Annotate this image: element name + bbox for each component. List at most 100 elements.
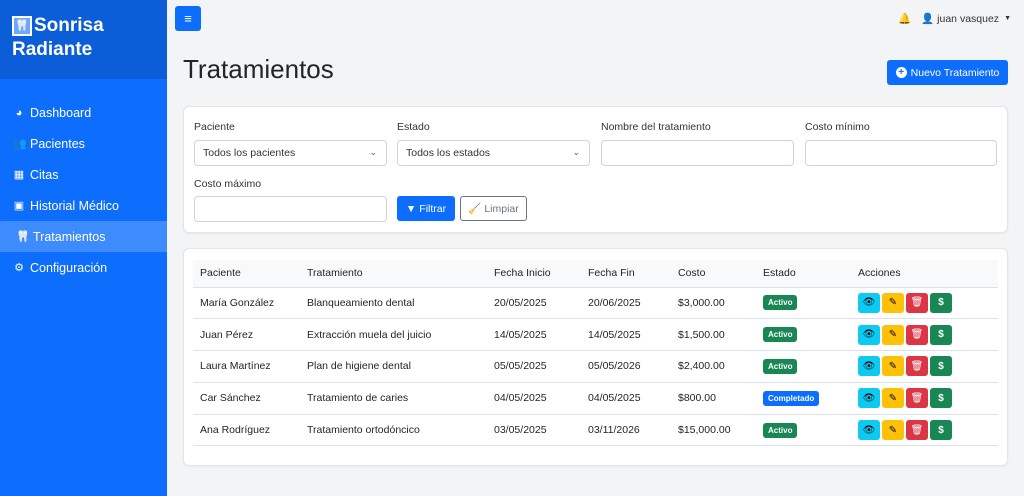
eye-icon: 👁: [862, 297, 876, 309]
top-right-controls: 🔔 👤 juan vasquez ▼: [898, 12, 1011, 26]
trash-icon: 🗑: [910, 329, 924, 341]
dollar-icon: $: [938, 424, 944, 436]
edit-button[interactable]: ✎: [882, 420, 904, 441]
clear-button-label: Limpiar: [484, 202, 519, 215]
filter-icon: ▼: [405, 202, 417, 215]
payment-button[interactable]: $: [930, 420, 952, 441]
eye-icon: 👁: [862, 392, 876, 404]
status-badge: Activo: [763, 295, 798, 311]
table-row: Laura Martínez Plan de higiene dental 05…: [193, 350, 998, 383]
eye-icon: 👁: [862, 360, 876, 372]
edit-button[interactable]: ✎: [882, 356, 904, 377]
sidebar-item-pacientes[interactable]: 👥 Pacientes: [0, 128, 167, 159]
edit-button[interactable]: ✎: [882, 388, 904, 409]
table-row: Ana Rodríguez Tratamiento ortodóncico 03…: [193, 414, 998, 447]
header-fecha-fin[interactable]: Fecha Fin: [581, 260, 671, 288]
brand-name-line1: Sonrisa: [34, 15, 104, 36]
sidebar-item-label: Tratamientos: [33, 229, 106, 244]
table-row: María González Blanqueamiento dental 20/…: [193, 287, 998, 320]
plus-circle-icon: +: [895, 67, 907, 78]
trash-icon: 🗑: [910, 392, 924, 404]
delete-button[interactable]: 🗑: [906, 356, 928, 377]
table-header-row: Paciente Tratamiento Fecha Inicio Fecha …: [193, 260, 998, 288]
edit-button[interactable]: ✎: [882, 324, 904, 345]
sidebar-item-historial[interactable]: ▣ Historial Médico: [0, 190, 167, 221]
treatments-table: Paciente Tratamiento Fecha Inicio Fecha …: [193, 260, 998, 447]
sidebar-item-label: Configuración: [30, 260, 108, 275]
hamburger-icon: ≡: [184, 11, 192, 26]
eye-icon: 👁: [862, 424, 876, 436]
status-select[interactable]: Todos los estados ⌄: [397, 140, 590, 166]
cell-treatment: Tratamiento de caries: [300, 382, 487, 415]
treatment-name-input[interactable]: [601, 140, 794, 166]
payment-button[interactable]: $: [930, 356, 952, 377]
view-button[interactable]: 👁: [858, 356, 880, 377]
cell-cost: $3,000.00: [671, 287, 756, 320]
cell-status: Activo: [756, 414, 851, 447]
filter-button-label: Filtrar: [419, 202, 447, 215]
page-title: Tratamientos: [183, 54, 334, 84]
view-button[interactable]: 👁: [858, 388, 880, 409]
header-tratamiento[interactable]: Tratamiento: [300, 260, 487, 288]
edit-icon: ✎: [888, 297, 898, 309]
delete-button[interactable]: 🗑: [906, 388, 928, 409]
view-button[interactable]: 👁: [858, 292, 880, 313]
sidebar-item-configuracion[interactable]: ⚙ Configuración: [0, 252, 167, 283]
cell-actions: 👁 ✎ 🗑 $: [851, 382, 998, 415]
edit-button[interactable]: ✎: [882, 292, 904, 313]
patient-select[interactable]: Todos los pacientes ⌄: [194, 140, 387, 166]
clear-button[interactable]: 🧹 Limpiar: [460, 196, 527, 221]
delete-button[interactable]: 🗑: [906, 420, 928, 441]
cell-actions: 👁 ✎ 🗑 $: [851, 318, 998, 352]
cell-patient: María González: [193, 287, 300, 320]
view-button[interactable]: 👁: [858, 324, 880, 345]
patient-filter-label: Paciente: [194, 121, 235, 133]
cell-end-date: 03/11/2026: [581, 414, 671, 447]
view-button[interactable]: 👁: [858, 420, 880, 441]
filter-button[interactable]: ▼ Filtrar: [397, 196, 455, 221]
sidebar-item-tratamientos[interactable]: 🦷 Tratamientos: [0, 221, 167, 252]
header-costo[interactable]: Costo: [671, 260, 756, 288]
cell-status: Activo: [756, 318, 851, 352]
delete-button[interactable]: 🗑: [906, 324, 928, 345]
cell-patient: Ana Rodríguez: [193, 414, 300, 447]
header-fecha-inicio[interactable]: Fecha Inicio: [487, 260, 581, 288]
bell-icon[interactable]: 🔔: [898, 12, 911, 25]
cell-cost: $1,500.00: [671, 318, 756, 352]
delete-button[interactable]: 🗑: [906, 292, 928, 313]
cell-end-date: 14/05/2025: [581, 318, 671, 352]
dollar-icon: $: [938, 360, 944, 372]
brand[interactable]: 🦷 Sonrisa Radiante: [0, 0, 167, 79]
filter-card: Paciente Todos los pacientes ⌄ Estado To…: [183, 106, 1008, 233]
new-treatment-button[interactable]: + Nuevo Tratamiento: [887, 60, 1008, 85]
sidebar-item-citas[interactable]: ▦ Citas: [0, 159, 167, 190]
sidebar-item-dashboard[interactable]: ◕ Dashboard: [0, 97, 167, 128]
new-treatment-label: Nuevo Tratamiento: [910, 66, 1000, 79]
max-cost-input[interactable]: [194, 196, 387, 222]
payment-button[interactable]: $: [930, 292, 952, 313]
min-cost-input[interactable]: [805, 140, 997, 166]
cell-treatment: Blanqueamiento dental: [300, 287, 487, 320]
status-select-value: Todos los estados: [406, 147, 491, 159]
user-menu[interactable]: 👤 juan vasquez ▼: [921, 12, 1011, 26]
user-icon: 👤: [921, 13, 935, 25]
header-estado[interactable]: Estado: [756, 260, 851, 288]
trash-icon: 🗑: [910, 424, 924, 436]
edit-icon: ✎: [888, 424, 898, 436]
table-row: Juan Pérez Extracción muela del juicio 1…: [193, 318, 998, 352]
palette-icon: ◕: [15, 106, 23, 119]
payment-button[interactable]: $: [930, 388, 952, 409]
cell-actions: 👁 ✎ 🗑 $: [851, 350, 998, 383]
cell-start-date: 05/05/2025: [487, 350, 581, 383]
users-icon: 👥: [13, 138, 27, 150]
dollar-icon: $: [938, 297, 944, 309]
row-actions: 👁 ✎ 🗑 $: [858, 324, 998, 345]
status-badge: Activo: [763, 422, 798, 438]
menu-toggle-button[interactable]: ≡: [175, 6, 201, 31]
trash-icon: 🗑: [910, 297, 924, 309]
sidebar-item-label: Dashboard: [30, 105, 92, 120]
payment-button[interactable]: $: [930, 324, 952, 345]
header-paciente[interactable]: Paciente: [193, 260, 300, 288]
sidebar-item-label: Pacientes: [30, 136, 85, 151]
header-acciones: Acciones: [851, 260, 998, 288]
